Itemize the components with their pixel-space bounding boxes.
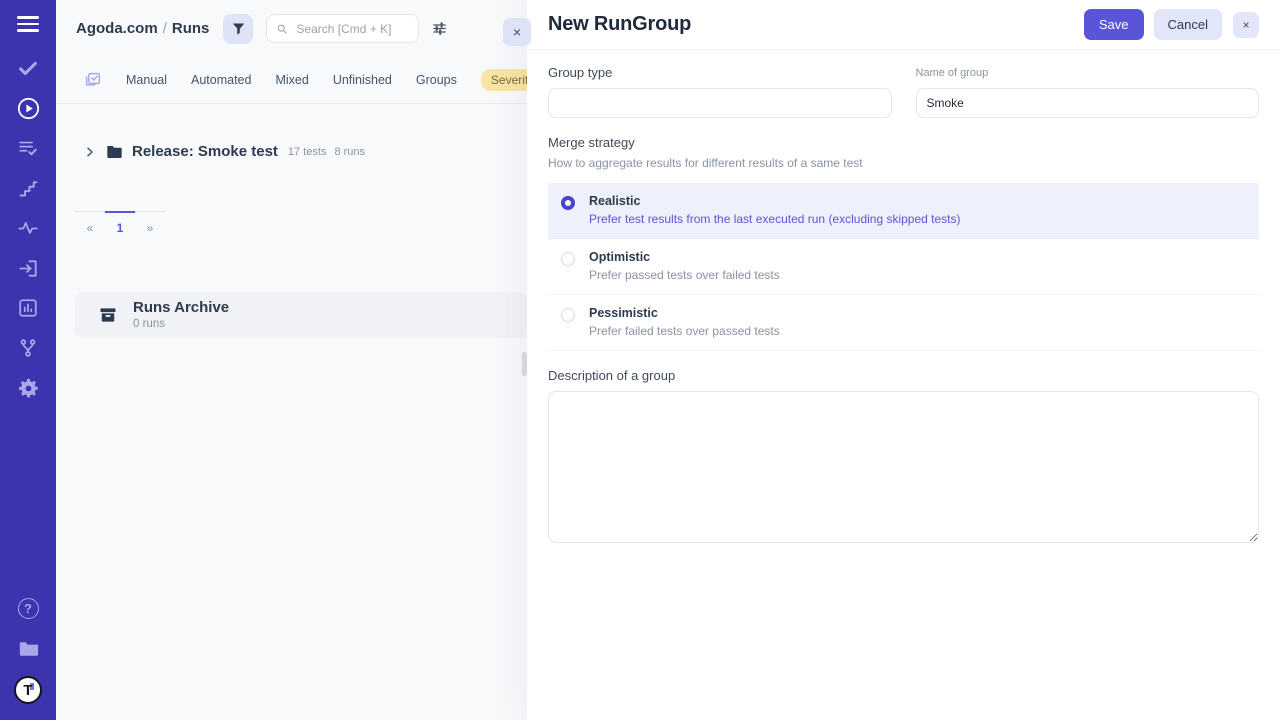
- filter-button[interactable]: [223, 14, 253, 44]
- option-title: Realistic: [589, 194, 961, 208]
- name-of-group-label: Name of group: [916, 67, 1260, 79]
- description-section: Description of a group: [548, 368, 1259, 543]
- severity-badge[interactable]: Severity: [481, 69, 527, 91]
- runs-filter-tabs: Manual Automated Mixed Unfinished Groups…: [56, 57, 527, 104]
- search-input[interactable]: [294, 21, 409, 37]
- description-label: Description of a group: [548, 368, 1259, 383]
- breadcrumb-project[interactable]: Agoda.com: [76, 20, 158, 37]
- breadcrumb-separator: /: [163, 20, 167, 37]
- save-button[interactable]: Save: [1084, 9, 1144, 40]
- pulse-icon[interactable]: [16, 216, 41, 241]
- pagination-next[interactable]: »: [135, 211, 165, 235]
- help-icon[interactable]: ?: [16, 596, 41, 621]
- pagination-prev[interactable]: «: [75, 211, 105, 235]
- runs-panel: Agoda.com / Runs Manual Automated Mixed Un…: [56, 0, 527, 720]
- runs-archive-row[interactable]: Runs Archive 0 runs: [75, 292, 527, 338]
- archive-icon: [98, 305, 118, 325]
- tab-groups[interactable]: Groups: [416, 73, 457, 87]
- runs-count: 8 runs: [334, 146, 365, 158]
- option-description: Prefer passed tests over failed tests: [589, 268, 780, 282]
- bar-chart-icon[interactable]: [16, 296, 41, 321]
- drawer-close-button[interactable]: ×: [1233, 12, 1259, 38]
- avatar[interactable]: T: [14, 676, 42, 704]
- radio-icon[interactable]: [561, 252, 575, 266]
- option-description: Prefer failed tests over passed tests: [589, 324, 780, 338]
- group-type-input[interactable]: [548, 88, 892, 118]
- sign-in-icon[interactable]: [16, 256, 41, 281]
- group-type-label: Group type: [548, 65, 892, 80]
- description-textarea[interactable]: [548, 391, 1259, 543]
- steps-icon[interactable]: [16, 176, 41, 201]
- branch-icon[interactable]: [16, 336, 41, 361]
- gear-icon[interactable]: [16, 376, 41, 401]
- list-check-icon[interactable]: [16, 136, 41, 161]
- sliders-icon: [431, 20, 448, 37]
- sidebar-bottom: ? T: [14, 596, 42, 704]
- archive-count: 0 runs: [133, 318, 229, 330]
- panel-close-button[interactable]: ×: [503, 18, 531, 46]
- radio-icon[interactable]: [561, 308, 575, 322]
- tab-manual[interactable]: Manual: [126, 73, 167, 87]
- funnel-icon: [231, 21, 246, 36]
- group-type-field: Group type: [548, 65, 892, 118]
- run-group-row[interactable]: Release: Smoke test 17 tests 8 runs: [84, 143, 365, 160]
- drawer-title: New RunGroup: [548, 13, 1084, 36]
- option-title: Optimistic: [589, 250, 780, 264]
- merge-strategy-section: Merge strategy How to aggregate results …: [548, 135, 1259, 351]
- archive-text: Runs Archive 0 runs: [133, 300, 229, 331]
- form-grid: Group type Name of group: [548, 65, 1259, 118]
- tab-unfinished[interactable]: Unfinished: [333, 73, 392, 87]
- name-of-group-input[interactable]: [916, 88, 1260, 118]
- pagination: « 1 »: [75, 211, 165, 235]
- tab-automated[interactable]: Automated: [191, 73, 251, 87]
- option-description: Prefer test results from the last execut…: [589, 212, 961, 226]
- option-text: Optimistic Prefer passed tests over fail…: [589, 250, 780, 282]
- option-realistic[interactable]: Realistic Prefer test results from the l…: [548, 183, 1259, 239]
- checkmark-icon[interactable]: [16, 56, 41, 81]
- folder-icon: [106, 144, 123, 159]
- runs-panel-header: Agoda.com / Runs: [56, 0, 527, 57]
- option-optimistic[interactable]: Optimistic Prefer passed tests over fail…: [548, 239, 1259, 295]
- new-rungroup-drawer: New RunGroup Save Cancel × Group type Na…: [527, 0, 1280, 720]
- radio-icon[interactable]: [561, 196, 575, 210]
- sidebar: ? T: [0, 0, 56, 720]
- merge-options: Realistic Prefer test results from the l…: [548, 183, 1259, 351]
- tests-count: 17 tests: [288, 146, 327, 158]
- merge-strategy-label: Merge strategy: [548, 135, 1259, 150]
- sidebar-nav: [16, 56, 41, 401]
- pagination-page-1[interactable]: 1: [105, 211, 135, 235]
- search-box[interactable]: [266, 14, 419, 43]
- chevron-right-icon[interactable]: [84, 146, 96, 158]
- cancel-button[interactable]: Cancel: [1154, 9, 1222, 40]
- tab-mixed[interactable]: Mixed: [275, 73, 308, 87]
- archive-title: Runs Archive: [133, 300, 229, 317]
- run-group-title: Release: Smoke test: [132, 143, 278, 160]
- select-all-icon[interactable]: [84, 71, 102, 89]
- breadcrumb: Agoda.com / Runs: [76, 20, 209, 37]
- drawer-body: Group type Name of group Merge strategy …: [527, 50, 1280, 558]
- option-title: Pessimistic: [589, 306, 780, 320]
- app-window: ? T Agoda.com / Runs: [0, 0, 1280, 720]
- option-text: Realistic Prefer test results from the l…: [589, 194, 961, 226]
- merge-strategy-hint: How to aggregate results for different r…: [548, 156, 1259, 170]
- name-field: Name of group: [916, 65, 1260, 118]
- option-text: Pessimistic Prefer failed tests over pas…: [589, 306, 780, 338]
- folder-icon[interactable]: [16, 636, 41, 661]
- search-icon: [276, 22, 288, 36]
- option-pessimistic[interactable]: Pessimistic Prefer failed tests over pas…: [548, 295, 1259, 351]
- hamburger-menu-icon[interactable]: [17, 16, 39, 32]
- adjustments-button[interactable]: [431, 20, 448, 37]
- breadcrumb-page: Runs: [172, 20, 210, 37]
- play-circle-icon[interactable]: [16, 96, 41, 121]
- drawer-header: New RunGroup Save Cancel ×: [527, 0, 1280, 50]
